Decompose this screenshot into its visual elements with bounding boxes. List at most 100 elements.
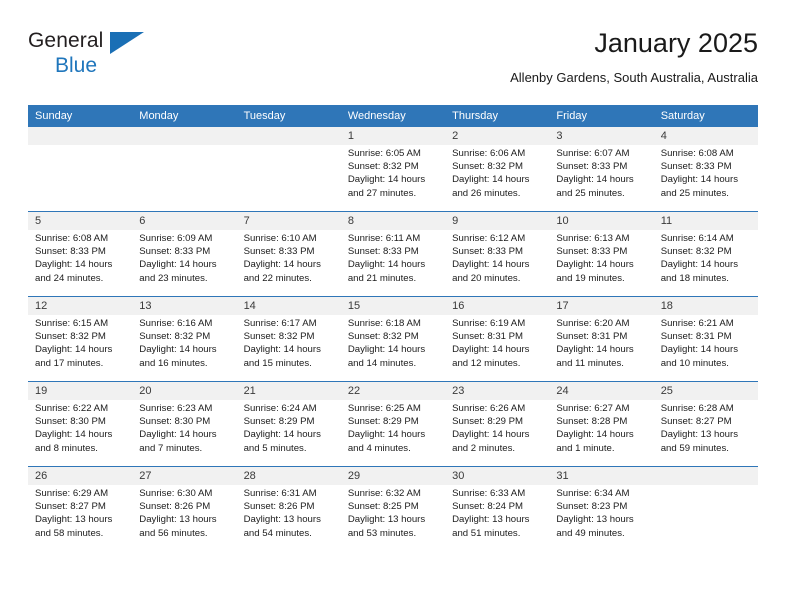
calendar-day-cell[interactable]: 28 Sunrise: 6:31 AM Sunset: 8:26 PM Dayligh…: [236, 466, 341, 551]
daylight-text-line2: and 23 minutes.: [139, 272, 208, 284]
sunset-text: Sunset: 8:32 PM: [452, 161, 524, 173]
calendar-day-cell[interactable]: 16 Sunrise: 6:19 AM Sunset: 8:31 PM Dayligh…: [445, 296, 550, 382]
sunrise-text: Sunrise: 6:08 AM: [660, 148, 734, 159]
day-cell-inner: [132, 127, 237, 211]
weekday-header-row: Sunday Monday Tuesday Wednesday Thursday Frid…: [28, 105, 758, 127]
day-cell-inner: 15 Sunrise: 6:18 AM Sunset: 8:32 PM Dayligh…: [340, 297, 446, 381]
calendar-day-cell[interactable]: 27 Sunrise: 6:30 AM Sunset: 8:26 PM Dayligh…: [132, 466, 237, 551]
daylight-text-line1: Daylight: 14 hours: [139, 344, 217, 356]
calendar-day-cell[interactable]: 3 Sunrise: 6:07 AM Sunset: 8:33 PM Daylight…: [549, 127, 654, 212]
day-cell-inner: 11 Sunrise: 6:14 AM Sunset: 8:32 PM Dayligh…: [653, 212, 758, 296]
day-cell-inner: 2 Sunrise: 6:06 AM Sunset: 8:32 PM Daylight…: [445, 127, 550, 211]
calendar-day-cell[interactable]: 31 Sunrise: 6:34 AM Sunset: 8:23 PM Dayligh…: [549, 466, 654, 551]
daylight-text-line1: Daylight: 14 hours: [660, 344, 739, 356]
day-cell-inner: 29 Sunrise: 6:32 AM Sunset: 8:25 PM Dayligh…: [340, 467, 446, 551]
sunset-text: Sunset: 8:33 PM: [556, 161, 628, 173]
calendar-day-cell[interactable]: 1 Sunrise: 6:05 AM Sunset: 8:32 PM Daylight…: [340, 127, 446, 212]
daylight-text-line2: and 10 minutes.: [660, 357, 729, 369]
calendar-day-cell[interactable]: 8 Sunrise: 6:11 AM Sunset: 8:33 PM Daylight…: [340, 211, 446, 297]
day-number: 13: [132, 297, 237, 315]
day-number: 7: [236, 212, 341, 230]
daylight-text-line2: and 14 minutes.: [347, 357, 417, 369]
sunset-text: Sunset: 8:26 PM: [139, 501, 211, 513]
sunrise-text: Sunrise: 6:15 AM: [35, 318, 109, 329]
calendar-day-cell[interactable]: 15 Sunrise: 6:18 AM Sunset: 8:32 PM Dayligh…: [340, 296, 446, 382]
daylight-text-line1: Daylight: 14 hours: [35, 344, 113, 356]
sunrise-text: Sunrise: 6:25 AM: [347, 403, 421, 414]
day-number: 10: [549, 212, 654, 230]
calendar-day-cell[interactable]: 29 Sunrise: 6:32 AM Sunset: 8:25 PM Dayligh…: [340, 466, 446, 551]
daylight-text-line1: Daylight: 14 hours: [660, 174, 739, 186]
sunset-text: Sunset: 8:32 PM: [347, 161, 419, 173]
weekday-header-saturday: Saturday: [653, 105, 758, 127]
calendar-day-cell[interactable]: 25 Sunrise: 6:28 AM Sunset: 8:27 PM Dayligh…: [653, 381, 758, 467]
sunset-text: Sunset: 8:33 PM: [452, 246, 524, 258]
daylight-text-line2: and 4 minutes.: [347, 442, 411, 454]
daylight-text-line1: Daylight: 14 hours: [35, 429, 113, 441]
daylight-text-line2: and 51 minutes.: [452, 527, 521, 539]
sunrise-text: Sunrise: 6:29 AM: [35, 488, 109, 499]
day-cell-inner: 23 Sunrise: 6:26 AM Sunset: 8:29 PM Dayligh…: [445, 382, 550, 466]
daylight-text-line2: and 17 minutes.: [35, 357, 104, 369]
sunset-text: Sunset: 8:29 PM: [243, 416, 315, 428]
daylight-text-line2: and 11 minutes.: [556, 357, 624, 369]
page-title: January 2025: [594, 28, 758, 58]
sunrise-text: Sunrise: 6:24 AM: [243, 403, 317, 414]
calendar-day-cell[interactable]: 7 Sunrise: 6:10 AM Sunset: 8:33 PM Daylight…: [236, 211, 341, 297]
day-number: 26: [28, 467, 133, 485]
sun-info: Sunrise: 6:19 AM Sunset: 8:31 PM Daylight:…: [445, 315, 549, 370]
calendar-day-cell[interactable]: 11 Sunrise: 6:14 AM Sunset: 8:32 PM Dayligh…: [653, 211, 758, 297]
sunset-text: Sunset: 8:33 PM: [660, 161, 732, 173]
daylight-text-line1: Daylight: 13 hours: [243, 514, 321, 526]
calendar-day-cell[interactable]: 6 Sunrise: 6:09 AM Sunset: 8:33 PM Daylight…: [132, 211, 237, 297]
calendar-day-cell[interactable]: 21 Sunrise: 6:24 AM Sunset: 8:29 PM Dayligh…: [236, 381, 341, 467]
daylight-text-line1: Daylight: 13 hours: [556, 514, 634, 526]
sun-info: Sunrise: 6:05 AM Sunset: 8:32 PM Daylight:…: [341, 145, 445, 200]
sun-info: Sunrise: 6:16 AM Sunset: 8:32 PM Daylight:…: [132, 315, 236, 370]
day-cell-inner: 9 Sunrise: 6:12 AM Sunset: 8:33 PM Daylight…: [445, 212, 550, 296]
calendar-day-cell[interactable]: 5 Sunrise: 6:08 AM Sunset: 8:33 PM Daylight…: [28, 211, 133, 297]
calendar-day-cell[interactable]: 12 Sunrise: 6:15 AM Sunset: 8:32 PM Dayligh…: [28, 296, 133, 382]
sun-info: Sunrise: 6:10 AM Sunset: 8:33 PM Daylight:…: [237, 230, 341, 285]
day-number: 12: [28, 297, 133, 315]
calendar-day-cell[interactable]: 19 Sunrise: 6:22 AM Sunset: 8:30 PM Dayligh…: [28, 381, 133, 467]
calendar-day-cell[interactable]: 2 Sunrise: 6:06 AM Sunset: 8:32 PM Daylight…: [445, 127, 550, 212]
calendar-day-cell[interactable]: 9 Sunrise: 6:12 AM Sunset: 8:33 PM Daylight…: [445, 211, 550, 297]
weekday-header-tuesday: Tuesday: [236, 105, 341, 127]
day-cell-inner: 25 Sunrise: 6:28 AM Sunset: 8:27 PM Dayligh…: [653, 382, 758, 466]
sunset-text: Sunset: 8:29 PM: [347, 416, 419, 428]
calendar-day-cell[interactable]: 30 Sunrise: 6:33 AM Sunset: 8:24 PM Dayligh…: [445, 466, 550, 551]
calendar-day-cell[interactable]: 24 Sunrise: 6:27 AM Sunset: 8:28 PM Dayligh…: [549, 381, 654, 467]
calendar-day-cell[interactable]: 13 Sunrise: 6:16 AM Sunset: 8:32 PM Dayligh…: [132, 296, 237, 382]
sun-info: Sunrise: 6:24 AM Sunset: 8:29 PM Daylight:…: [237, 400, 341, 455]
day-number: 29: [340, 467, 446, 485]
calendar-week-row: 5 Sunrise: 6:08 AM Sunset: 8:33 PM Daylight…: [28, 211, 758, 297]
calendar-day-cell[interactable]: 22 Sunrise: 6:25 AM Sunset: 8:29 PM Dayligh…: [340, 381, 446, 467]
sunrise-text: Sunrise: 6:13 AM: [556, 233, 630, 244]
calendar-day-cell[interactable]: 17 Sunrise: 6:20 AM Sunset: 8:31 PM Dayligh…: [549, 296, 654, 382]
sun-info: Sunrise: 6:08 AM Sunset: 8:33 PM Daylight:…: [654, 145, 758, 200]
sun-info: Sunrise: 6:23 AM Sunset: 8:30 PM Daylight:…: [132, 400, 236, 455]
weekday-header-monday: Monday: [132, 105, 237, 127]
page-header: General Blue January 2025 Allenby Garden…: [28, 26, 758, 100]
sunrise-text: Sunrise: 6:26 AM: [452, 403, 526, 414]
daylight-text-line2: and 19 minutes.: [556, 272, 625, 284]
daylight-text-line2: and 8 minutes.: [35, 442, 98, 454]
sunrise-text: Sunrise: 6:10 AM: [243, 233, 317, 244]
calendar-day-cell[interactable]: 4 Sunrise: 6:08 AM Sunset: 8:33 PM Daylight…: [653, 127, 758, 212]
calendar-day-cell[interactable]: 14 Sunrise: 6:17 AM Sunset: 8:32 PM Dayligh…: [236, 296, 341, 382]
daylight-text-line2: and 58 minutes.: [35, 527, 104, 539]
calendar-day-cell[interactable]: 26 Sunrise: 6:29 AM Sunset: 8:27 PM Dayligh…: [28, 466, 133, 551]
day-number: 19: [28, 382, 133, 400]
sunrise-text: Sunrise: 6:14 AM: [660, 233, 734, 244]
sunrise-text: Sunrise: 6:22 AM: [35, 403, 109, 414]
sunrise-text: Sunrise: 6:18 AM: [347, 318, 421, 329]
calendar-day-cell[interactable]: 10 Sunrise: 6:13 AM Sunset: 8:33 PM Dayligh…: [549, 211, 654, 297]
sun-info: Sunrise: 6:26 AM Sunset: 8:29 PM Daylight:…: [445, 400, 549, 455]
calendar-day-cell[interactable]: 18 Sunrise: 6:21 AM Sunset: 8:31 PM Dayligh…: [653, 296, 758, 382]
calendar-day-cell[interactable]: 23 Sunrise: 6:26 AM Sunset: 8:29 PM Dayligh…: [445, 381, 550, 467]
calendar-day-cell[interactable]: 20 Sunrise: 6:23 AM Sunset: 8:30 PM Dayligh…: [132, 381, 237, 467]
brand-logo[interactable]: General Blue: [28, 30, 158, 82]
sunrise-text: Sunrise: 6:11 AM: [347, 233, 421, 244]
day-number: 2: [445, 127, 550, 145]
